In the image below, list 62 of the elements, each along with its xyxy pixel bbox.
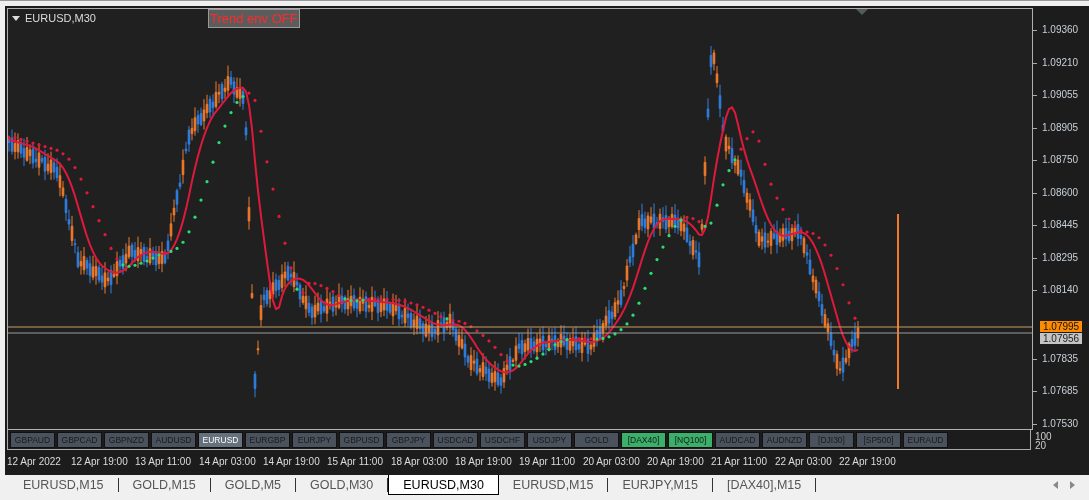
time-label: 12 Apr 19:00 [71,455,129,467]
current-price-label: 1.07956 [1040,333,1083,344]
symbol-button[interactable]: EURAUD [903,431,948,448]
symbol-button[interactable]: USDCAD [433,431,478,448]
symbol-button[interactable]: [DAX40] [621,431,666,448]
chart-tab[interactable]: EURUSD,M15 [498,478,609,492]
chart-tab[interactable]: [DAX40],M15 [712,478,817,492]
price-label: 1.08295 [1033,251,1089,264]
symbol-button[interactable]: EURGBP [245,431,290,448]
scroll-left-icon[interactable] [1053,481,1058,489]
symbol-button[interactable]: GBPCAD [57,431,102,448]
time-label: 18 Apr 03:00 [391,455,449,467]
time-label: 15 Apr 11:00 [327,455,384,467]
symbol-button[interactable]: GBPNZD [104,431,149,448]
price-label: 1.09210 [1033,56,1089,69]
time-label: 13 Apr 11:00 [135,455,192,467]
symbol-button[interactable]: AUDCAD [715,431,760,448]
trend-toggle-button[interactable]: Trend env OFF [208,9,300,28]
time-label: 19 Apr 11:00 [519,455,576,467]
price-label: 1.08140 [1033,284,1089,297]
price-label: 1.08750 [1033,154,1089,167]
dropdown-icon[interactable] [12,15,20,21]
price-label: 1.09360 [1033,24,1089,36]
symbol-button[interactable]: AUDUSD [151,431,196,448]
symbol-label: EURUSD,M30 [25,12,96,24]
indicator-level-label: 100 [1035,432,1052,441]
scroll-right-icon[interactable] [1070,481,1075,489]
price-label: 1.07835 [1033,352,1089,365]
symbol-button[interactable]: AUDNZD [762,431,807,448]
symbol-button[interactable]: GBPAUD [10,431,55,448]
symbol-button[interactable]: [DJI30] [809,431,854,448]
time-label: 22 Apr 03:00 [775,455,833,467]
time-label: 20 Apr 03:00 [583,455,641,467]
time-label: 21 Apr 11:00 [711,455,768,467]
chart-tab[interactable]: GOLD,M15 [118,478,211,492]
symbol-button[interactable]: USDCHF [480,431,525,448]
indicator-level-label: 20 [1035,441,1047,450]
time-label: 12 Apr 2022 [7,455,62,467]
price-label: 1.08905 [1033,121,1089,134]
current-price-label: 1.07995 [1040,321,1083,332]
symbol-button[interactable]: GBPUSD [339,431,384,448]
price-label: 1.08600 [1033,186,1089,199]
time-label: 22 Apr 19:00 [839,455,897,467]
time-label: 14 Apr 19:00 [263,455,321,467]
chart-tab[interactable]: EURJPY,M15 [608,478,713,492]
price-label: 1.09055 [1033,89,1089,102]
time-label: 18 Apr 19:00 [455,455,513,467]
symbol-button[interactable]: [NQ100] [668,431,713,448]
price-label: 1.07530 [1033,417,1089,430]
chart-tab[interactable]: EURUSD,M30 [388,475,499,495]
symbol-button[interactable]: EURUSD [198,431,243,448]
time-label: 20 Apr 19:00 [647,455,705,467]
symbol-button[interactable]: EURJPY [292,431,337,448]
chart-tab[interactable]: EURUSD,M15 [9,478,119,492]
chart-shift-icon[interactable] [856,9,868,15]
symbol-button[interactable]: USDJPY [527,431,572,448]
price-label: 1.07685 [1033,385,1089,398]
time-label: 14 Apr 03:00 [199,455,257,467]
price-label: 1.08445 [1033,219,1089,232]
symbol-button[interactable]: GBPJPY [386,431,431,448]
symbol-button[interactable]: [SP500] [856,431,901,448]
chart-tab[interactable]: GOLD,M5 [210,478,297,492]
